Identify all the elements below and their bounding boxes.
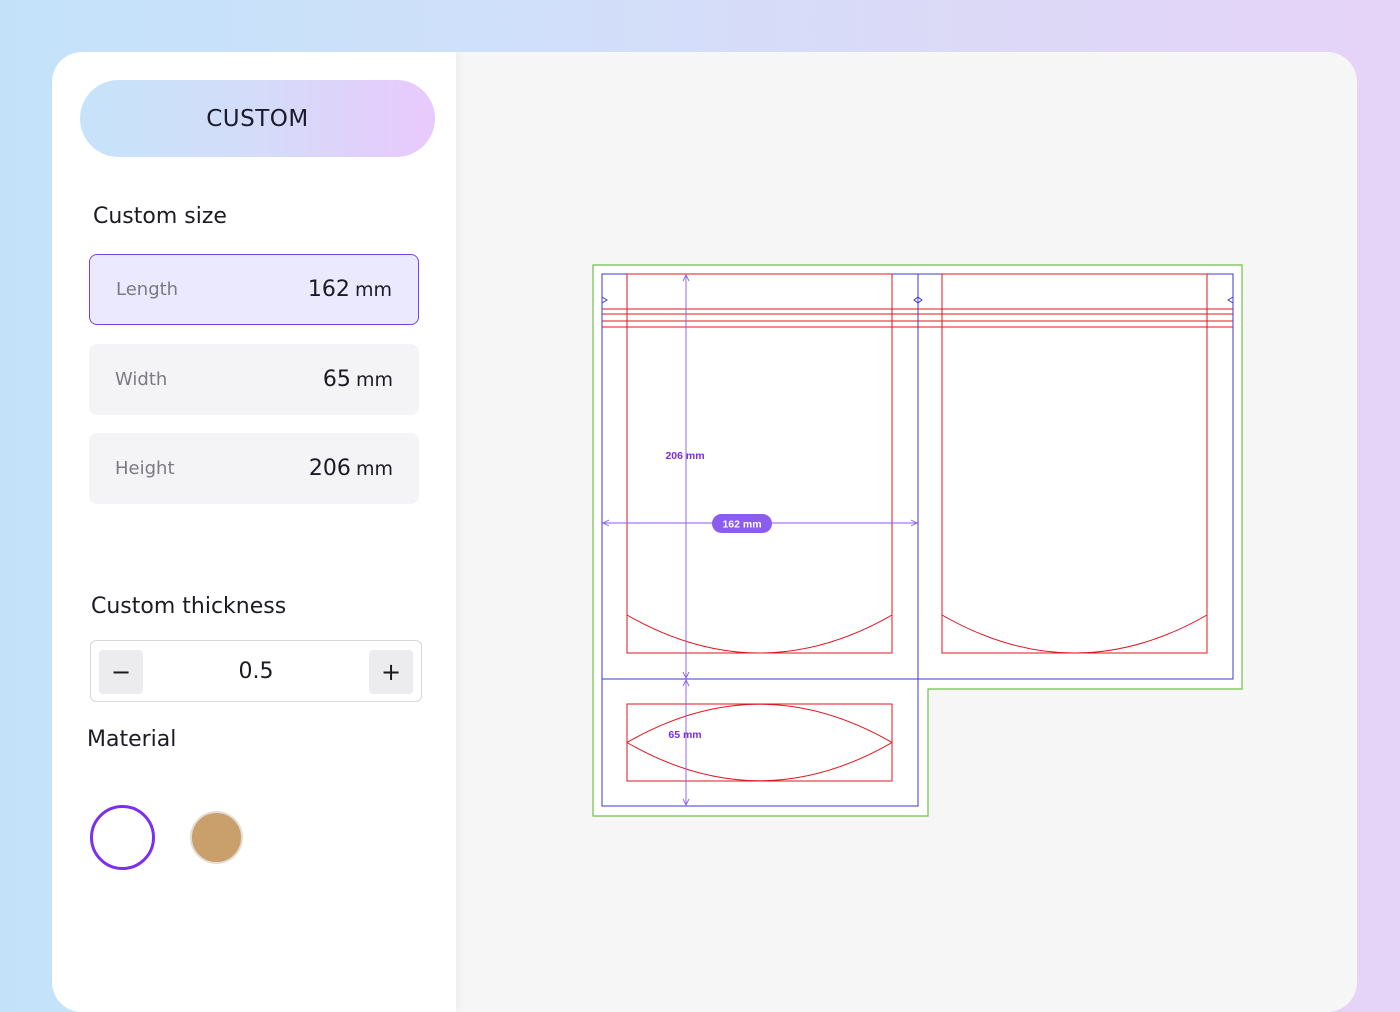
length-dimension-label: 162 mm <box>722 519 761 531</box>
width-dimension-label: 65 mm <box>668 729 701 741</box>
dieline-canvas: 206 mm 162 mm 65 mm <box>592 264 1243 817</box>
app-window: CUSTOM Custom size Length 162 mm Width 6… <box>52 52 1357 1012</box>
height-dimension-label: 206 mm <box>665 450 704 462</box>
